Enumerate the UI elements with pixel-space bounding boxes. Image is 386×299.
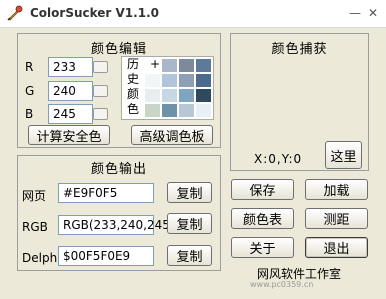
g-input[interactable]: 240 <box>48 81 93 101</box>
history-swatch[interactable] <box>178 88 195 103</box>
eyedropper-icon <box>7 5 23 21</box>
history-label: 历 史 颜 色 <box>126 57 139 116</box>
close-button[interactable]: ✕ <box>365 6 381 20</box>
safe-color-button[interactable]: 计算安全色 <box>28 125 110 145</box>
history-swatch[interactable] <box>195 58 212 73</box>
history-swatch[interactable] <box>178 103 195 118</box>
b-label: B <box>25 107 34 121</box>
b-spinner[interactable] <box>93 108 108 120</box>
copy-delphi-button[interactable]: 复制 <box>167 245 212 266</box>
history-swatch[interactable] <box>144 88 161 103</box>
cursor-coordinates: X:0,Y:0 <box>254 152 303 166</box>
g-spinner[interactable] <box>93 85 108 97</box>
web-value-field[interactable]: #E9F0F5 <box>58 183 154 203</box>
g-label: G <box>25 84 35 98</box>
color-capture-title: 颜色捕获 <box>271 42 328 57</box>
rgb-label: RGB <box>22 220 48 234</box>
advanced-palette-button[interactable]: 高级调色板 <box>131 125 213 145</box>
color-table-button[interactable]: 颜色表 <box>231 208 294 229</box>
web-label: 网页 <box>22 189 47 203</box>
history-swatch[interactable] <box>161 103 178 118</box>
history-swatch[interactable] <box>144 73 161 88</box>
delphi-label: Delphi <box>22 251 61 265</box>
save-button[interactable]: 保存 <box>231 179 294 200</box>
r-spinner[interactable] <box>93 61 108 73</box>
r-input[interactable]: 233 <box>48 57 93 77</box>
minimize-button[interactable]: — <box>347 6 363 20</box>
history-swatch[interactable] <box>195 103 212 118</box>
history-swatch[interactable] <box>195 88 212 103</box>
title-bar: ColorSucker V1.1.0 — ✕ <box>0 0 386 28</box>
copy-rgb-button[interactable]: 复制 <box>167 213 212 234</box>
rgb-value-field[interactable]: RGB(233,240,245) <box>58 215 175 235</box>
color-edit-title: 颜色编辑 <box>90 42 147 57</box>
r-label: R <box>25 60 34 74</box>
here-button[interactable]: 这里 <box>325 141 362 169</box>
history-swatch[interactable] <box>195 73 212 88</box>
history-swatch[interactable] <box>161 88 178 103</box>
history-swatch[interactable] <box>144 103 161 118</box>
color-output-title: 颜色输出 <box>90 162 147 177</box>
history-swatch[interactable] <box>161 58 178 73</box>
load-button[interactable]: 加载 <box>305 179 368 200</box>
measure-button[interactable]: 测距 <box>305 208 368 229</box>
history-swatch[interactable] <box>178 73 195 88</box>
watermark-text: www.pc0359.cn <box>250 280 314 289</box>
about-button[interactable]: 关于 <box>231 237 294 258</box>
delphi-value-field[interactable]: $00F5F0E9 <box>58 246 154 266</box>
add-history-icon[interactable]: + <box>148 57 162 71</box>
exit-button[interactable]: 退出 <box>305 237 368 258</box>
window-title: ColorSucker V1.1.0 <box>30 6 159 20</box>
copy-web-button[interactable]: 复制 <box>167 182 212 203</box>
b-input[interactable]: 245 <box>48 104 93 124</box>
history-swatch[interactable] <box>178 58 195 73</box>
history-swatch[interactable] <box>161 73 178 88</box>
